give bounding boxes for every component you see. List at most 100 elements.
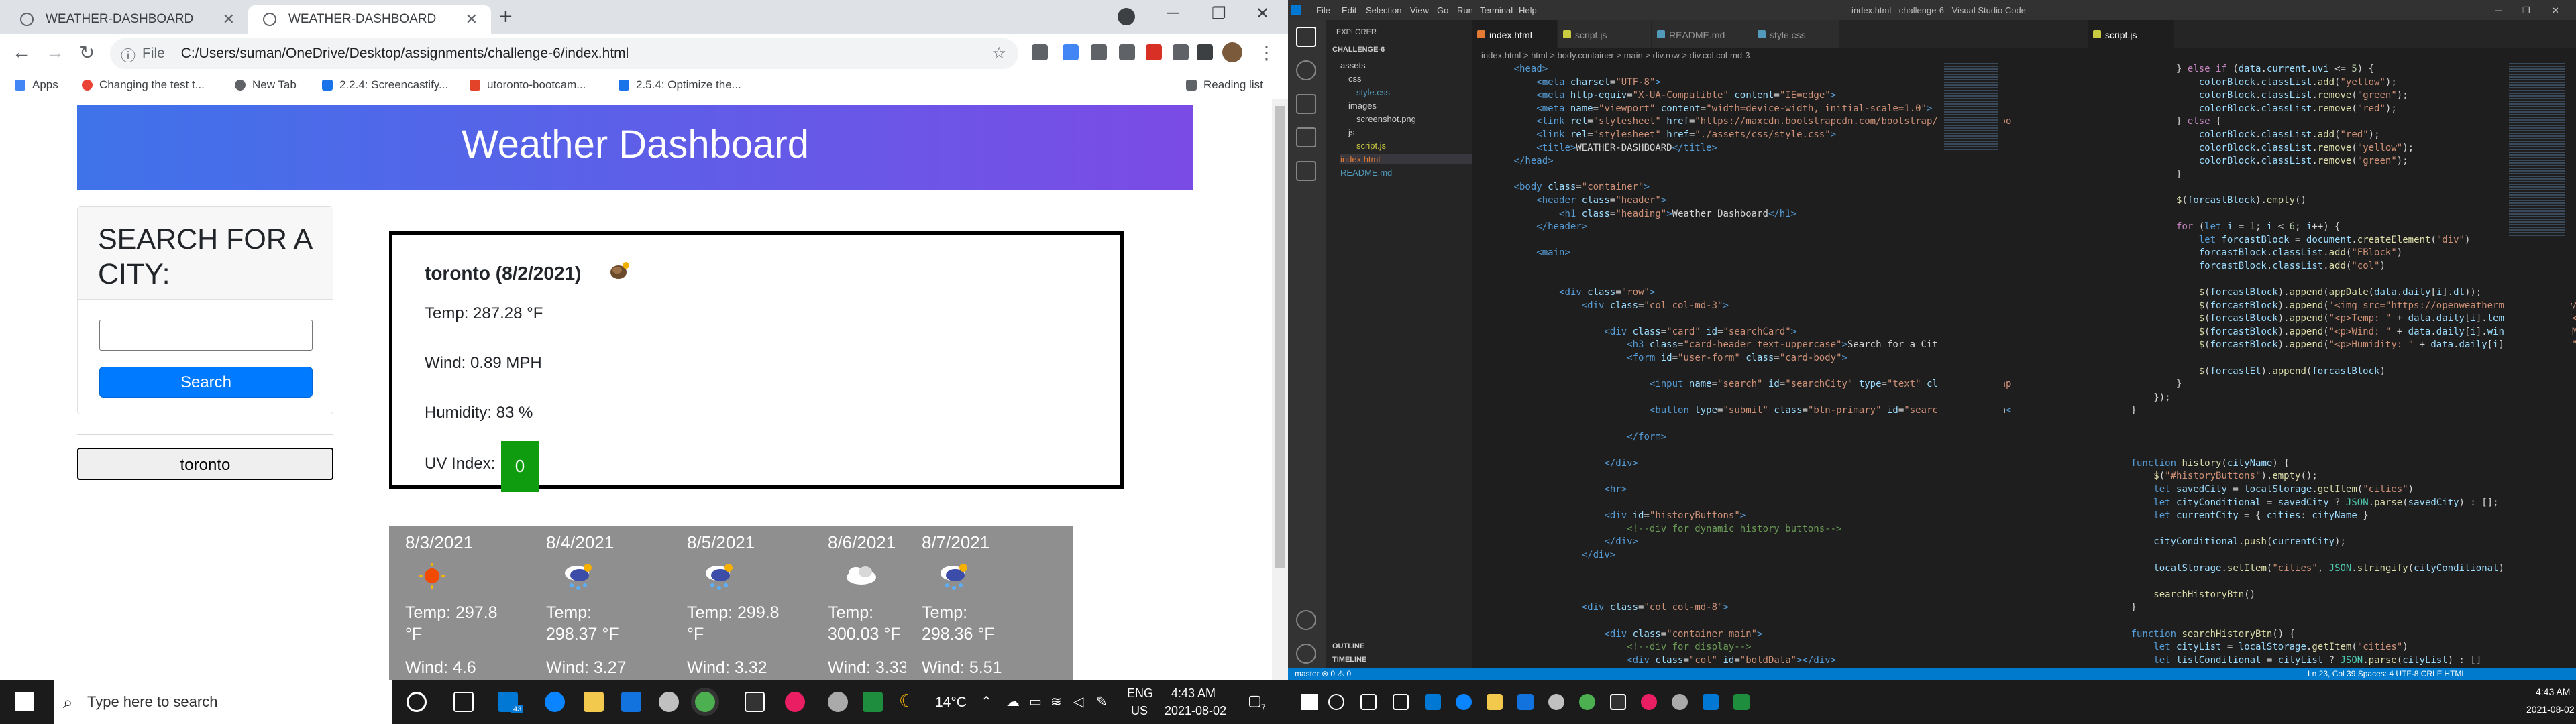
cursor-info[interactable]: Ln 23, Col 39 Spaces: 4 UTF-8 CRLF HTML <box>2308 669 2466 678</box>
bookmark-star-icon[interactable]: ☆ <box>991 44 1006 63</box>
menu-edit[interactable]: Edit <box>1342 5 1356 15</box>
wifi-icon[interactable]: ≋ <box>1051 693 1062 710</box>
file-explorer-icon[interactable] <box>1487 694 1503 710</box>
minimap-right[interactable] <box>2504 63 2571 668</box>
breadcrumb[interactable]: index.html > html > body.container > mai… <box>1472 48 2088 63</box>
menu-go[interactable]: Go <box>1437 5 1448 15</box>
run-debug-icon[interactable] <box>1296 127 1316 147</box>
tree-item[interactable]: README.md <box>1340 168 1392 178</box>
close-tab-icon[interactable]: ✕ <box>223 11 235 28</box>
puzzle-icon[interactable] <box>1197 44 1213 60</box>
extension-icon[interactable] <box>1146 44 1162 60</box>
search-button[interactable]: Search <box>99 367 313 398</box>
search-icon[interactable] <box>1296 60 1316 80</box>
mail-icon[interactable] <box>1425 694 1441 710</box>
avatar[interactable] <box>1222 42 1242 62</box>
browser-tab-2[interactable]: WEATHER-DASHBOARD ✕ <box>248 5 491 34</box>
scroll-thumb[interactable] <box>1275 106 1285 568</box>
weather-temp[interactable]: 14°C <box>935 695 967 711</box>
bookmark-item[interactable]: 2.2.4: Screencastify... <box>322 78 448 92</box>
settings-gear-icon[interactable] <box>1672 694 1688 710</box>
city-search-input[interactable] <box>99 320 313 351</box>
terminal-icon[interactable] <box>745 692 765 712</box>
alien-app-icon[interactable] <box>659 692 679 712</box>
minimize-icon[interactable]: ─ <box>1167 4 1179 23</box>
tree-item[interactable]: screenshot.png <box>1356 114 1416 124</box>
vscode-icon[interactable] <box>1703 694 1719 710</box>
tab-style-css[interactable]: style.css <box>1752 20 1839 48</box>
language[interactable]: ENG <box>1127 686 1153 701</box>
browser-tab-1[interactable]: WEATHER-DASHBOARD ✕ <box>5 5 248 34</box>
volume-icon[interactable]: ◁ <box>1073 693 1083 710</box>
source-control-icon[interactable] <box>1296 94 1316 114</box>
task-view-icon[interactable] <box>1393 694 1409 710</box>
region[interactable]: US <box>1131 704 1148 718</box>
restore-icon[interactable]: ❐ <box>1212 4 1226 23</box>
explorer-icon[interactable] <box>1296 27 1316 47</box>
search-icon[interactable] <box>1328 694 1344 710</box>
reading-list[interactable]: Reading list <box>1186 78 1263 92</box>
tree-item[interactable]: style.css <box>1356 87 1390 97</box>
app-icon[interactable] <box>863 692 883 712</box>
store-icon[interactable] <box>1517 694 1534 710</box>
cortana-icon[interactable] <box>407 692 427 712</box>
new-tab-button[interactable]: + <box>499 4 513 30</box>
extension-icon[interactable] <box>1032 44 1048 60</box>
tab-script-js-right[interactable]: script.js <box>2088 20 2175 48</box>
tree-item[interactable]: css <box>1348 74 1362 84</box>
network-icon[interactable]: ▭ <box>1029 693 1042 710</box>
chrome-icon[interactable] <box>695 692 715 712</box>
notification-icon[interactable]: ▢ <box>1248 692 1262 709</box>
tab-search-icon[interactable] <box>1118 8 1135 25</box>
close-tab-icon[interactable]: ✕ <box>466 11 478 28</box>
menu-view[interactable]: View <box>1410 5 1429 15</box>
bookmark-apps[interactable]: Apps <box>15 78 58 92</box>
clock-time-right[interactable]: 4:43 AM <box>2536 686 2570 697</box>
minimap[interactable] <box>1937 63 2004 668</box>
slack-icon[interactable] <box>785 692 805 712</box>
menu-help[interactable]: Help <box>1519 5 1537 15</box>
file-explorer-icon[interactable] <box>584 692 604 712</box>
close-window-icon[interactable]: ✕ <box>2552 5 2559 16</box>
menu-kebab-icon[interactable]: ⋮ <box>1257 42 1276 64</box>
tree-item[interactable]: images <box>1348 101 1377 111</box>
folder-root[interactable]: CHALLENGE-6 <box>1332 46 1385 54</box>
terminal-icon[interactable] <box>1610 694 1626 710</box>
restore-icon[interactable]: ❐ <box>2522 5 2530 16</box>
extension-icon[interactable] <box>1119 44 1135 60</box>
alien-app-icon[interactable] <box>1548 694 1564 710</box>
tab-index-html[interactable]: index.html <box>1472 20 1558 48</box>
bookmark-item[interactable]: New Tab <box>235 78 297 92</box>
tab-readme[interactable]: README.md <box>1652 20 1752 48</box>
settings-gear-icon[interactable] <box>828 692 848 712</box>
tree-item[interactable]: script.js <box>1356 141 1386 151</box>
timeline-section[interactable]: TIMELINE <box>1332 656 1366 664</box>
bookmark-item[interactable]: 2.5.4: Optimize the... <box>619 78 741 92</box>
bookmark-item[interactable]: Changing the test t... <box>82 78 205 92</box>
history-button-toronto[interactable]: toronto <box>77 448 333 480</box>
extensions-icon[interactable] <box>1296 161 1316 181</box>
slack-icon[interactable] <box>1641 694 1657 710</box>
account-icon[interactable] <box>1296 610 1316 630</box>
store-icon[interactable] <box>621 692 641 712</box>
reload-icon[interactable]: ↻ <box>79 42 95 64</box>
chrome-icon[interactable] <box>1579 694 1595 710</box>
edge-icon[interactable] <box>1456 694 1472 710</box>
back-icon[interactable]: ← <box>12 42 31 63</box>
extension-icon[interactable] <box>1091 44 1107 60</box>
extension-icon[interactable] <box>1173 44 1189 60</box>
menu-file[interactable]: File <box>1316 5 1330 15</box>
windows-start-icon[interactable] <box>1301 694 1318 710</box>
gear-icon[interactable] <box>1296 644 1316 664</box>
tree-item[interactable]: assets <box>1340 60 1366 70</box>
cortana-icon[interactable] <box>1360 694 1377 710</box>
address-bar[interactable]: ⓘ File C:/Users/suman/OneDrive/Desktop/a… <box>110 38 1018 69</box>
edge-icon[interactable] <box>545 692 565 712</box>
clock-date-right[interactable]: 2021-08-02 <box>2526 704 2575 715</box>
clock-date[interactable]: 2021-08-02 <box>1165 704 1226 718</box>
tab-script-js[interactable]: script.js <box>1558 20 1652 48</box>
pen-icon[interactable]: ✎ <box>1096 693 1108 710</box>
menu-terminal[interactable]: Terminal <box>1480 5 1513 15</box>
cloud-icon[interactable]: ☁ <box>1006 693 1020 710</box>
git-status[interactable]: master ⊗ 0 ⚠ 0 <box>1295 669 1351 678</box>
